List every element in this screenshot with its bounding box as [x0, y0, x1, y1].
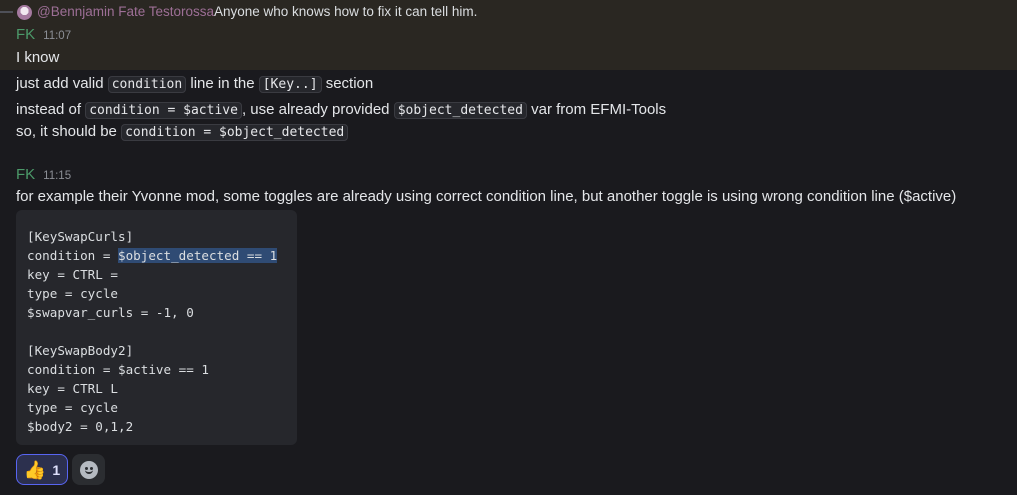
smile-plus-icon	[79, 460, 98, 479]
text-fragment: var from EFMI-Tools	[526, 101, 667, 118]
thumbs-up-reaction[interactable]: 👍 1	[16, 454, 68, 485]
code-line: type = cycle	[27, 400, 118, 415]
message-text: just add valid condition line in the [Ke…	[16, 75, 374, 93]
reactions-bar: 👍 1	[16, 454, 105, 485]
message-text: so, it should be condition = $object_det…	[16, 123, 349, 141]
text-fragment: so, it should be	[16, 123, 122, 140]
text-fragment: instead of	[16, 101, 86, 118]
timestamp[interactable]: 11:07	[43, 30, 71, 42]
message-text: instead of condition = $active, use alre…	[16, 101, 667, 119]
inline-code: [Key..]	[258, 76, 322, 93]
code-line: key = CTRL L	[27, 381, 118, 396]
code-line: [KeySwapBody2]	[27, 343, 134, 358]
code-line: [KeySwapCurls]	[27, 229, 134, 244]
reply-mention[interactable]: @Bennjamin Fate Testorossa	[37, 4, 214, 19]
code-line: condition = $active == 1	[27, 362, 209, 377]
author-name[interactable]: FK	[16, 26, 35, 43]
add-reaction-button[interactable]	[72, 454, 105, 485]
reply-avatar[interactable]	[17, 5, 32, 20]
code-line: key = CTRL =	[27, 267, 118, 282]
code-fragment: condition =	[27, 248, 118, 263]
selected-text: $object_detected == 1	[118, 248, 278, 263]
text-fragment: section	[321, 75, 374, 92]
code-block[interactable]: [KeySwapCurls] condition = $object_detec…	[16, 210, 297, 445]
text-fragment: line in the	[186, 75, 259, 92]
code-line: $swapvar_curls = -1, 0	[27, 305, 194, 320]
author-name[interactable]: FK	[16, 166, 35, 183]
message-header: FK 11:15	[16, 166, 71, 183]
code-line: condition = $object_detected == 1	[27, 246, 286, 265]
code-line: type = cycle	[27, 286, 118, 301]
timestamp[interactable]: 11:15	[43, 170, 71, 182]
reply-spine	[0, 11, 13, 13]
text-fragment: just add valid	[16, 75, 108, 92]
inline-code: condition = $object_detected	[121, 124, 349, 141]
inline-code: $object_detected	[393, 102, 527, 119]
message-header: FK 11:07	[16, 26, 71, 43]
text-fragment: , use already provided	[241, 101, 394, 118]
message-text: for example their Yvonne mod, some toggl…	[16, 188, 957, 205]
thumbs-up-icon: 👍	[23, 459, 47, 480]
code-line: $body2 = 0,1,2	[27, 419, 134, 434]
message-text: I know	[16, 49, 60, 66]
inline-code: condition	[107, 76, 187, 93]
reply-text[interactable]: Anyone who knows how to fix it can tell …	[214, 4, 477, 19]
inline-code: condition = $active	[85, 102, 242, 119]
reaction-count: 1	[52, 461, 61, 478]
